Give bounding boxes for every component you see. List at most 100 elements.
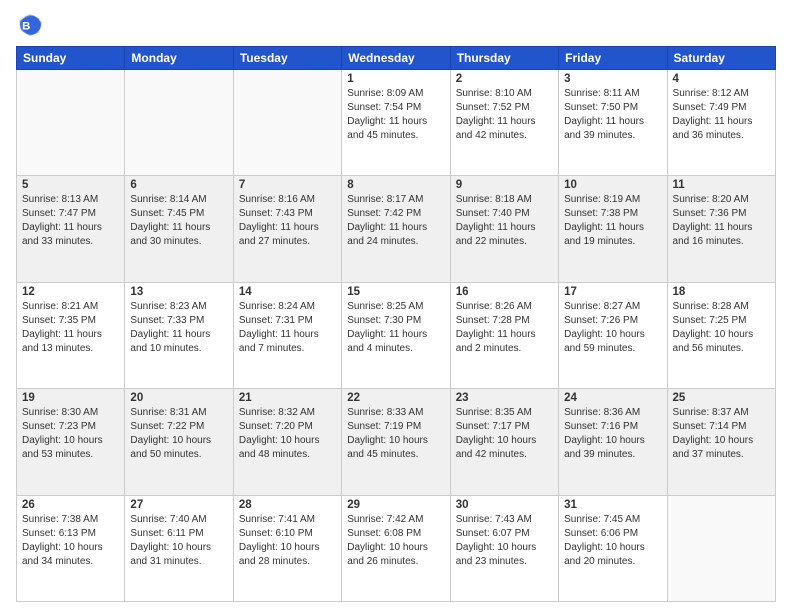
day-number: 8 xyxy=(347,179,444,191)
day-info: Sunrise: 7:42 AMSunset: 6:08 PMDaylight:… xyxy=(347,514,428,567)
day-number: 21 xyxy=(239,392,336,404)
day-number: 16 xyxy=(456,286,553,298)
calendar-cell: 13 Sunrise: 8:23 AMSunset: 7:33 PMDaylig… xyxy=(125,282,233,388)
calendar-cell: 30 Sunrise: 7:43 AMSunset: 6:07 PMDaylig… xyxy=(450,495,558,601)
calendar-cell: 6 Sunrise: 8:14 AMSunset: 7:45 PMDayligh… xyxy=(125,176,233,282)
calendar-cell xyxy=(233,70,341,176)
calendar-cell: 21 Sunrise: 8:32 AMSunset: 7:20 PMDaylig… xyxy=(233,389,341,495)
week-row-3: 12 Sunrise: 8:21 AMSunset: 7:35 PMDaylig… xyxy=(17,282,776,388)
calendar-cell: 5 Sunrise: 8:13 AMSunset: 7:47 PMDayligh… xyxy=(17,176,125,282)
day-number: 5 xyxy=(22,179,119,191)
day-info: Sunrise: 8:32 AMSunset: 7:20 PMDaylight:… xyxy=(239,407,320,460)
calendar-cell: 15 Sunrise: 8:25 AMSunset: 7:30 PMDaylig… xyxy=(342,282,450,388)
day-info: Sunrise: 7:40 AMSunset: 6:11 PMDaylight:… xyxy=(130,514,211,567)
calendar-cell: 26 Sunrise: 7:38 AMSunset: 6:13 PMDaylig… xyxy=(17,495,125,601)
day-info: Sunrise: 7:43 AMSunset: 6:07 PMDaylight:… xyxy=(456,514,537,567)
calendar-cell: 27 Sunrise: 7:40 AMSunset: 6:11 PMDaylig… xyxy=(125,495,233,601)
calendar-cell: 3 Sunrise: 8:11 AMSunset: 7:50 PMDayligh… xyxy=(559,70,667,176)
day-number: 9 xyxy=(456,179,553,191)
day-number: 3 xyxy=(564,73,661,85)
header: B xyxy=(16,10,776,38)
day-number: 24 xyxy=(564,392,661,404)
weekday-header-wednesday: Wednesday xyxy=(342,47,450,70)
calendar-cell: 31 Sunrise: 7:45 AMSunset: 6:06 PMDaylig… xyxy=(559,495,667,601)
week-row-5: 26 Sunrise: 7:38 AMSunset: 6:13 PMDaylig… xyxy=(17,495,776,601)
day-number: 31 xyxy=(564,499,661,511)
day-info: Sunrise: 8:09 AMSunset: 7:54 PMDaylight:… xyxy=(347,88,427,141)
day-info: Sunrise: 8:36 AMSunset: 7:16 PMDaylight:… xyxy=(564,407,645,460)
calendar-cell: 7 Sunrise: 8:16 AMSunset: 7:43 PMDayligh… xyxy=(233,176,341,282)
weekday-header-monday: Monday xyxy=(125,47,233,70)
day-info: Sunrise: 8:33 AMSunset: 7:19 PMDaylight:… xyxy=(347,407,428,460)
calendar-cell: 28 Sunrise: 7:41 AMSunset: 6:10 PMDaylig… xyxy=(233,495,341,601)
calendar-cell: 9 Sunrise: 8:18 AMSunset: 7:40 PMDayligh… xyxy=(450,176,558,282)
day-number: 10 xyxy=(564,179,661,191)
day-number: 6 xyxy=(130,179,227,191)
day-info: Sunrise: 8:10 AMSunset: 7:52 PMDaylight:… xyxy=(456,88,536,141)
day-info: Sunrise: 8:12 AMSunset: 7:49 PMDaylight:… xyxy=(673,88,753,141)
calendar-cell: 23 Sunrise: 8:35 AMSunset: 7:17 PMDaylig… xyxy=(450,389,558,495)
week-row-4: 19 Sunrise: 8:30 AMSunset: 7:23 PMDaylig… xyxy=(17,389,776,495)
day-info: Sunrise: 8:13 AMSunset: 7:47 PMDaylight:… xyxy=(22,194,102,247)
day-number: 15 xyxy=(347,286,444,298)
day-number: 27 xyxy=(130,499,227,511)
day-info: Sunrise: 8:17 AMSunset: 7:42 PMDaylight:… xyxy=(347,194,427,247)
calendar-cell: 12 Sunrise: 8:21 AMSunset: 7:35 PMDaylig… xyxy=(17,282,125,388)
calendar-page: B SundayMondayTuesdayWednesdayThursdayFr… xyxy=(0,0,792,612)
calendar-cell xyxy=(667,495,775,601)
day-info: Sunrise: 8:11 AMSunset: 7:50 PMDaylight:… xyxy=(564,88,644,141)
day-number: 23 xyxy=(456,392,553,404)
day-info: Sunrise: 7:45 AMSunset: 6:06 PMDaylight:… xyxy=(564,514,645,567)
day-info: Sunrise: 8:25 AMSunset: 7:30 PMDaylight:… xyxy=(347,301,427,354)
calendar-cell xyxy=(17,70,125,176)
day-number: 13 xyxy=(130,286,227,298)
day-number: 30 xyxy=(456,499,553,511)
calendar-cell: 19 Sunrise: 8:30 AMSunset: 7:23 PMDaylig… xyxy=(17,389,125,495)
day-info: Sunrise: 8:26 AMSunset: 7:28 PMDaylight:… xyxy=(456,301,536,354)
calendar-table: SundayMondayTuesdayWednesdayThursdayFrid… xyxy=(16,46,776,602)
day-number: 28 xyxy=(239,499,336,511)
calendar-cell: 20 Sunrise: 8:31 AMSunset: 7:22 PMDaylig… xyxy=(125,389,233,495)
calendar-cell: 18 Sunrise: 8:28 AMSunset: 7:25 PMDaylig… xyxy=(667,282,775,388)
day-info: Sunrise: 8:18 AMSunset: 7:40 PMDaylight:… xyxy=(456,194,536,247)
calendar-cell: 1 Sunrise: 8:09 AMSunset: 7:54 PMDayligh… xyxy=(342,70,450,176)
day-number: 2 xyxy=(456,73,553,85)
day-info: Sunrise: 8:35 AMSunset: 7:17 PMDaylight:… xyxy=(456,407,537,460)
calendar-cell: 8 Sunrise: 8:17 AMSunset: 7:42 PMDayligh… xyxy=(342,176,450,282)
day-info: Sunrise: 8:28 AMSunset: 7:25 PMDaylight:… xyxy=(673,301,754,354)
day-number: 29 xyxy=(347,499,444,511)
day-info: Sunrise: 8:27 AMSunset: 7:26 PMDaylight:… xyxy=(564,301,645,354)
logo: B xyxy=(16,10,48,38)
day-info: Sunrise: 8:30 AMSunset: 7:23 PMDaylight:… xyxy=(22,407,103,460)
day-number: 11 xyxy=(673,179,770,191)
day-number: 26 xyxy=(22,499,119,511)
calendar-cell xyxy=(125,70,233,176)
weekday-header-thursday: Thursday xyxy=(450,47,558,70)
svg-text:B: B xyxy=(22,20,30,32)
weekday-header-row: SundayMondayTuesdayWednesdayThursdayFrid… xyxy=(17,47,776,70)
day-number: 17 xyxy=(564,286,661,298)
day-info: Sunrise: 8:20 AMSunset: 7:36 PMDaylight:… xyxy=(673,194,753,247)
weekday-header-friday: Friday xyxy=(559,47,667,70)
calendar-cell: 25 Sunrise: 8:37 AMSunset: 7:14 PMDaylig… xyxy=(667,389,775,495)
calendar-cell: 29 Sunrise: 7:42 AMSunset: 6:08 PMDaylig… xyxy=(342,495,450,601)
calendar-cell: 17 Sunrise: 8:27 AMSunset: 7:26 PMDaylig… xyxy=(559,282,667,388)
calendar-cell: 10 Sunrise: 8:19 AMSunset: 7:38 PMDaylig… xyxy=(559,176,667,282)
day-number: 20 xyxy=(130,392,227,404)
day-number: 18 xyxy=(673,286,770,298)
calendar-cell: 14 Sunrise: 8:24 AMSunset: 7:31 PMDaylig… xyxy=(233,282,341,388)
calendar-cell: 22 Sunrise: 8:33 AMSunset: 7:19 PMDaylig… xyxy=(342,389,450,495)
calendar-cell: 11 Sunrise: 8:20 AMSunset: 7:36 PMDaylig… xyxy=(667,176,775,282)
day-info: Sunrise: 8:19 AMSunset: 7:38 PMDaylight:… xyxy=(564,194,644,247)
week-row-1: 1 Sunrise: 8:09 AMSunset: 7:54 PMDayligh… xyxy=(17,70,776,176)
day-info: Sunrise: 8:14 AMSunset: 7:45 PMDaylight:… xyxy=(130,194,210,247)
calendar-cell: 16 Sunrise: 8:26 AMSunset: 7:28 PMDaylig… xyxy=(450,282,558,388)
day-number: 14 xyxy=(239,286,336,298)
day-number: 1 xyxy=(347,73,444,85)
weekday-header-sunday: Sunday xyxy=(17,47,125,70)
day-info: Sunrise: 7:41 AMSunset: 6:10 PMDaylight:… xyxy=(239,514,320,567)
day-number: 25 xyxy=(673,392,770,404)
day-number: 12 xyxy=(22,286,119,298)
calendar-cell: 4 Sunrise: 8:12 AMSunset: 7:49 PMDayligh… xyxy=(667,70,775,176)
logo-icon: B xyxy=(16,10,44,38)
